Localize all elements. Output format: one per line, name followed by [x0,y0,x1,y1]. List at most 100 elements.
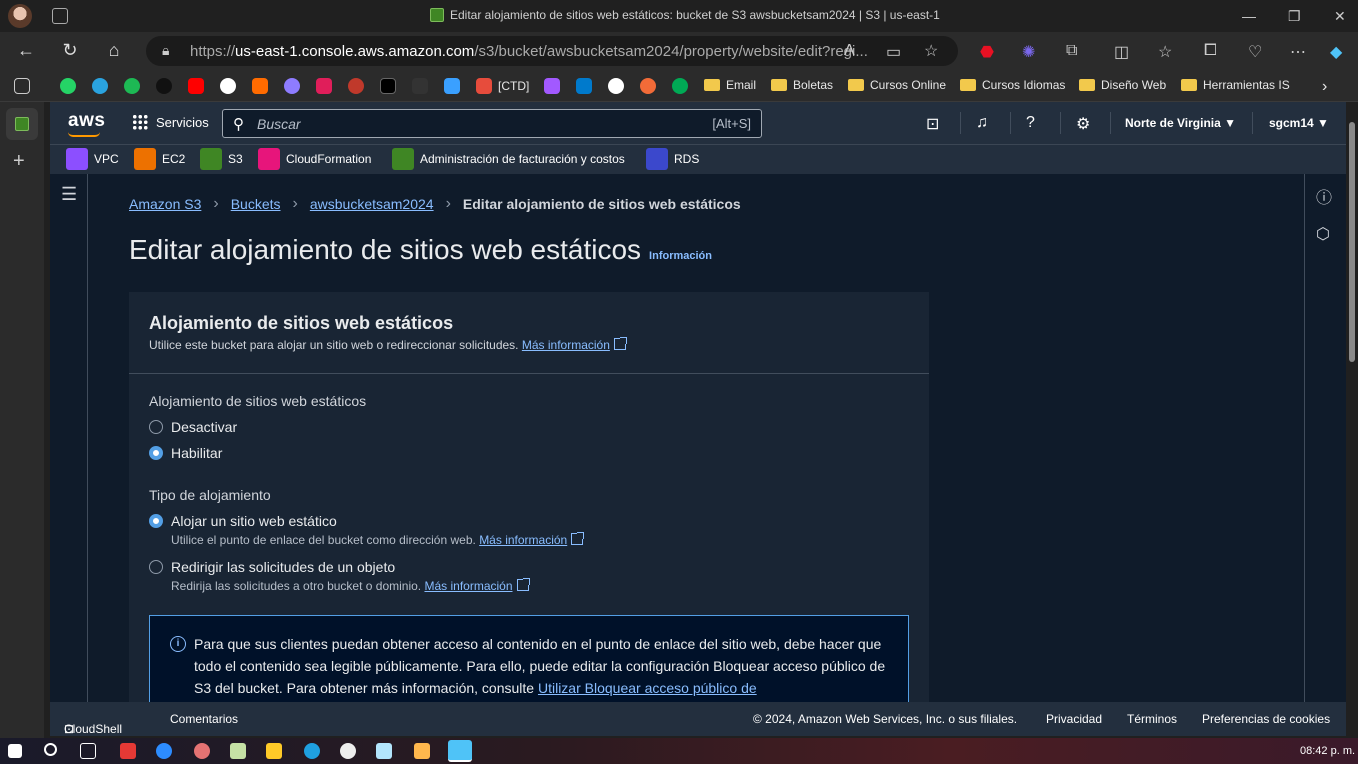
terms-link[interactable]: Términos [1127,712,1177,726]
bookmark-m-icon[interactable] [252,78,268,94]
extension-icon[interactable]: ✺ [1022,42,1035,62]
scrollbar-thumb[interactable] [1349,122,1355,362]
chatgpt-icon[interactable] [220,78,236,94]
favorite-ec2[interactable]: EC2 [134,148,185,170]
radio-button[interactable] [149,560,163,574]
youtube-icon[interactable] [188,78,204,94]
notifications-bell-icon[interactable]: ♫ [976,114,988,132]
breadcrumb-buckets[interactable]: Buckets [231,196,281,212]
bookmark-folder-cursos-idiomas[interactable]: Cursos Idiomas [960,78,1065,92]
favorite-star-icon[interactable]: ☆ [924,41,938,61]
more-info-link[interactable]: Más información [479,533,567,547]
address-bar[interactable]: 🔒︎ https://us-east-1.console.aws.amazon.… [146,36,958,66]
sidebar-toggle-icon[interactable] [14,78,30,94]
search-icon[interactable] [44,743,57,756]
settings-more-icon[interactable]: ⋯ [1290,42,1306,62]
notepad-icon[interactable] [230,743,246,759]
radio-button-selected[interactable] [149,446,163,460]
app-icon[interactable] [194,743,210,759]
bookmark-folder-boletas[interactable]: Boletas [771,78,833,92]
radio-button-selected[interactable] [149,514,163,528]
info-panel-icon[interactable]: ⓘ [1316,184,1332,208]
immersive-reader-icon[interactable]: ▭ [886,42,901,62]
radio-static-website[interactable]: Alojar un sitio web estático [149,513,337,529]
new-tab-plus-icon[interactable]: + [13,150,25,173]
favorite-s3[interactable]: S3 [200,148,243,170]
more-bookmarks-chevron-icon[interactable]: › [1322,78,1327,96]
block-public-access-link[interactable]: Utilizar Bloquear acceso público de [538,680,757,696]
search-box[interactable]: ⚲ [Alt+S] [222,109,762,138]
lock-icon[interactable]: 🔒︎ [162,42,169,59]
file-explorer-icon[interactable] [266,743,282,759]
radio-desactivar[interactable]: Desactivar [149,419,237,435]
slack-icon[interactable] [316,78,332,94]
more-info-link[interactable]: Más información [522,338,610,352]
bookmark-folder-herramientas[interactable]: Herramientas IS [1181,78,1290,92]
bookmark-folder-diseno-web[interactable]: Diseño Web [1079,78,1166,92]
radio-habilitar[interactable]: Habilitar [149,445,222,461]
hamburger-menu-icon[interactable]: ☰ [61,184,77,205]
bookmark-1k-icon[interactable] [348,78,364,94]
copilot-icon[interactable]: ◆ [1330,42,1342,62]
telegram-icon[interactable] [92,78,108,94]
browser-essentials-icon[interactable]: ♡ [1248,42,1262,62]
app-tool-icon[interactable] [414,743,430,759]
whatsapp-icon[interactable] [60,78,76,94]
more-info-link[interactable]: Más información [424,579,512,593]
cookie-preferences-link[interactable]: Preferencias de cookies [1202,712,1330,726]
page-scrollbar[interactable] [1346,102,1358,730]
url-text[interactable]: https://us-east-1.console.aws.amazon.com… [190,43,868,60]
active-tab[interactable] [6,108,38,140]
home-icon[interactable]: ⌂ [102,40,126,61]
dev-to-icon[interactable] [380,78,396,94]
close-window-icon[interactable]: ✕ [1334,8,1346,25]
read-aloud-icon[interactable]: A [844,42,855,60]
account-menu[interactable]: sgcm14 ▼ [1269,116,1329,130]
aws-logo[interactable]: aws [68,110,105,132]
help-icon[interactable]: ? [1026,114,1035,132]
bookmark-folder-cursos-online[interactable]: Cursos Online [848,78,946,92]
spotify-icon[interactable] [124,78,140,94]
favorite-rds[interactable]: RDS [646,148,699,170]
zoom-icon[interactable] [156,743,172,759]
tools-hexagon-icon[interactable]: ⬡ [1316,224,1330,244]
radio-button[interactable] [149,420,163,434]
bookmark-folder-email[interactable]: Email [704,78,756,92]
split-screen-icon[interactable]: ◫ [1114,42,1129,62]
refresh-icon[interactable]: ↻ [58,40,82,61]
favorite-billing[interactable]: Administración de facturación y costos [392,148,625,170]
task-view-icon[interactable] [80,743,96,759]
netflix-icon[interactable] [156,78,172,94]
breadcrumb-amazon-s3[interactable]: Amazon S3 [129,196,201,212]
bookmark-square-icon[interactable] [444,78,460,94]
favorite-cloudformation[interactable]: CloudFormation [258,148,371,170]
active-app-icon[interactable] [448,740,472,762]
favorite-vpc[interactable]: VPC [66,148,119,170]
back-arrow-icon[interactable]: ← [14,40,38,61]
minimize-icon[interactable]: — [1242,8,1256,24]
bookmark-doc-icon[interactable] [412,78,428,94]
virtualbox-icon[interactable] [376,743,392,759]
radio-redirect-requests[interactable]: Redirigir las solicitudes de un objeto [149,559,395,575]
feedback-link[interactable]: Comentarios [170,712,238,726]
media-player-icon[interactable] [340,743,356,759]
extensions-puzzle-icon[interactable]: ⧉ [1066,42,1077,60]
privacy-link[interactable]: Privacidad [1046,712,1102,726]
region-selector[interactable]: Norte de Virginia ▼ [1125,116,1236,130]
tab-actions-icon[interactable] [52,8,68,24]
breadcrumb-bucket-name[interactable]: awsbucketsam2024 [310,196,434,212]
gemini-icon[interactable] [284,78,300,94]
bookmark-ctd[interactable]: [CTD] [476,78,529,94]
cloudshell-icon[interactable]: ⊡ [926,114,939,134]
services-menu-button[interactable]: Servicios [132,114,209,130]
figma-icon[interactable] [544,78,560,94]
bookmark-green-icon[interactable] [672,78,688,94]
search-input[interactable] [257,114,677,134]
vscode-icon[interactable] [576,78,592,94]
github-icon[interactable] [608,78,624,94]
adblock-extension-icon[interactable]: ⬣ [980,42,994,62]
collections-icon[interactable]: ⧠ [1204,42,1217,60]
profile-avatar[interactable] [8,4,32,28]
edge-icon[interactable] [304,743,320,759]
settings-gear-icon[interactable]: ⚙ [1076,114,1090,134]
